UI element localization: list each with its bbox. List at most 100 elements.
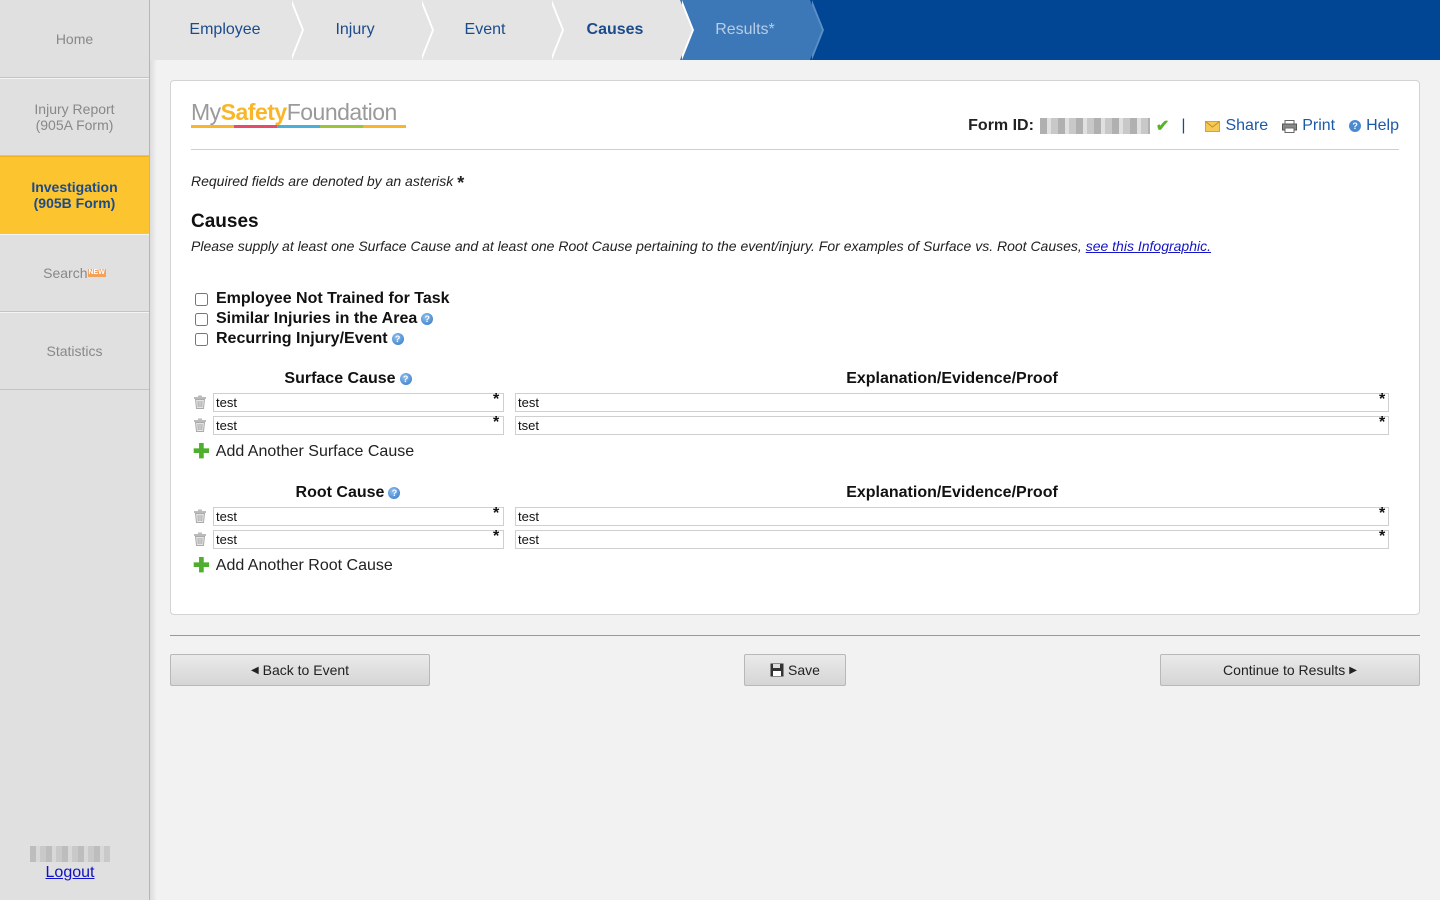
root-cause-section: Root Cause? Explanation/Evidence/Proof *… — [193, 484, 1389, 578]
checkbox-not-trained[interactable] — [195, 292, 208, 306]
trash-icon[interactable] — [193, 509, 207, 523]
required-asterisk: * — [493, 505, 500, 522]
section-desc-text: Please supply at least one Surface Cause… — [191, 238, 1082, 254]
sidebar-item-label: Home — [55, 30, 94, 47]
required-asterisk: * — [1379, 414, 1386, 431]
root-cause-input[interactable] — [213, 507, 504, 526]
checkbox-row: Similar Injuries in the Area ? — [195, 309, 450, 329]
required-asterisk: * — [1379, 505, 1386, 522]
checkbox-label: Similar Injuries in the Area — [216, 310, 418, 327]
checkbox-similar-injuries[interactable] — [195, 312, 208, 326]
surface-cause-title: Surface Cause — [284, 370, 396, 387]
root-cause-row: * * — [193, 505, 1389, 529]
checkbox-recurring[interactable] — [195, 332, 208, 346]
required-note: Required fields are denoted by an asteri… — [191, 173, 464, 194]
section-description: Please supply at least one Surface Cause… — [191, 238, 1211, 254]
logo-safety: Safety — [220, 99, 288, 125]
surface-cause-section: Surface Cause? Explanation/Evidence/Proo… — [193, 370, 1389, 464]
print-link[interactable]: Print — [1282, 117, 1335, 135]
add-surface-cause-label: Add Another Surface Cause — [215, 443, 415, 460]
section-title: Causes — [191, 211, 259, 232]
step-event[interactable]: Event — [420, 0, 564, 60]
root-cause-header: Root Cause? Explanation/Evidence/Proof — [193, 484, 1389, 506]
sidebar-item-investigation[interactable]: Investigation (905B Form) — [0, 156, 149, 234]
step-employee[interactable]: Employee — [150, 0, 304, 60]
wizard-bar: Employee Injury Event Causes Results* — [150, 0, 1440, 60]
plus-icon: ✚ — [193, 555, 210, 577]
trash-icon[interactable] — [193, 532, 207, 546]
root-cause-title: Root Cause — [295, 484, 385, 501]
sidebar-item-label: Search — [43, 265, 88, 281]
logo-foundation: Foundation — [286, 99, 398, 125]
surface-cause-row: * * — [193, 391, 1389, 415]
required-asterisk: * — [1379, 528, 1386, 545]
print-label: Print — [1302, 117, 1336, 134]
envelope-icon — [1205, 120, 1221, 132]
step-label: Results* — [715, 21, 775, 38]
required-asterisk: * — [457, 173, 465, 193]
sidebar: Home Injury Report (905A Form) Investiga… — [0, 0, 157, 900]
root-explanation-input[interactable] — [515, 530, 1389, 549]
root-cause-input[interactable] — [213, 530, 504, 549]
surface-explanation-input[interactable] — [515, 416, 1389, 435]
sidebar-item-home[interactable]: Home — [0, 0, 149, 78]
explanation-title: Explanation/Evidence/Proof — [846, 484, 1058, 501]
sidebar-item-label: Investigation (905B Form) — [31, 179, 118, 211]
footer-divider — [170, 635, 1420, 636]
help-link[interactable]: ? Help — [1349, 117, 1399, 135]
step-causes[interactable]: Causes — [550, 0, 694, 60]
floppy-disk-icon — [770, 663, 784, 677]
infographic-link[interactable]: see this Infographic. — [1086, 238, 1211, 254]
plus-icon: ✚ — [193, 441, 210, 463]
add-root-cause-button[interactable]: ✚ Add Another Root Cause — [193, 554, 1389, 578]
help-icon[interactable]: ? — [421, 313, 434, 325]
required-asterisk: * — [493, 528, 500, 545]
trash-icon[interactable] — [193, 395, 207, 409]
sidebar-item-injury-report[interactable]: Injury Report (905A Form) — [0, 78, 149, 156]
form-id-row: Form ID: ✔ | Share Print ? Help — [968, 116, 1399, 136]
surface-cause-input[interactable] — [213, 416, 504, 435]
form-id-value-redacted — [1039, 118, 1150, 134]
form-id-label: Form ID: — [968, 117, 1034, 134]
surface-cause-row: * * — [193, 414, 1389, 438]
help-icon[interactable]: ? — [391, 333, 404, 345]
caret-left-icon: ◀ — [250, 664, 259, 676]
sidebar-item-statistics[interactable]: Statistics — [0, 312, 149, 390]
required-note-text: Required fields are denoted by an asteri… — [191, 173, 454, 189]
sidebar-item-search[interactable]: Search NEW — [0, 234, 149, 312]
trash-icon[interactable] — [193, 418, 207, 432]
step-label: Injury — [335, 21, 375, 38]
caret-right-icon: ▶ — [1349, 664, 1357, 676]
step-injury[interactable]: Injury — [290, 0, 434, 60]
help-icon[interactable]: ? — [388, 486, 401, 499]
step-results[interactable]: Results* — [680, 0, 824, 60]
help-label: Help — [1366, 117, 1399, 134]
save-button[interactable]: Save — [744, 654, 846, 686]
surface-cause-input[interactable] — [213, 393, 504, 412]
help-icon[interactable]: ? — [399, 372, 412, 385]
cause-checkboxes: Employee Not Trained for Task Similar In… — [195, 289, 450, 349]
logo-underline — [191, 125, 406, 128]
user-box: Logout — [0, 846, 140, 882]
root-explanation-input[interactable] — [515, 507, 1389, 526]
share-link[interactable]: Share — [1205, 117, 1268, 135]
explanation-title: Explanation/Evidence/Proof — [846, 370, 1058, 387]
back-to-event-button[interactable]: ◀ Back to Event — [170, 654, 430, 686]
required-asterisk: * — [493, 414, 500, 431]
save-label: Save — [788, 662, 820, 678]
continue-label: Continue to Results — [1223, 662, 1346, 678]
add-surface-cause-button[interactable]: ✚ Add Another Surface Cause — [193, 440, 1389, 464]
add-root-cause-label: Add Another Root Cause — [215, 557, 393, 574]
back-label: Back to Event — [262, 662, 350, 678]
checkbox-label: Employee Not Trained for Task — [216, 290, 450, 307]
checkbox-row: Recurring Injury/Event ? — [195, 329, 450, 349]
surface-explanation-input[interactable] — [515, 393, 1389, 412]
required-asterisk: * — [1379, 391, 1386, 408]
divider — [191, 149, 1399, 150]
root-cause-row: * * — [193, 528, 1389, 552]
continue-to-results-button[interactable]: Continue to Results ▶ — [1160, 654, 1420, 686]
separator: | — [1181, 117, 1186, 134]
logout-link[interactable]: Logout — [46, 864, 95, 881]
surface-cause-header: Surface Cause? Explanation/Evidence/Proo… — [193, 370, 1389, 392]
share-label: Share — [1225, 117, 1269, 134]
